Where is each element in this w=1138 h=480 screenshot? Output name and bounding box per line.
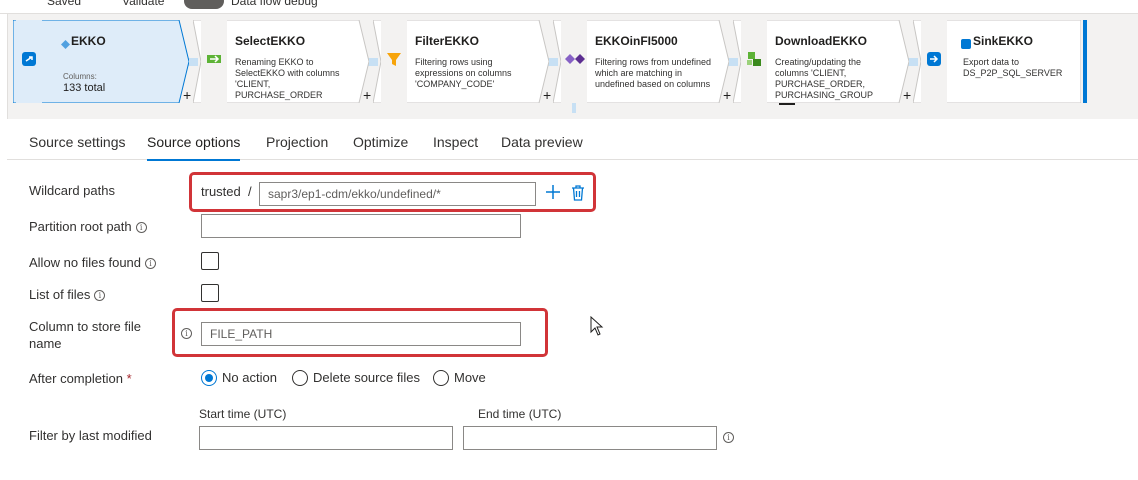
source-node-ekko[interactable]: EKKO Columns: 133 total + — [13, 20, 191, 103]
node-title: EKKO — [71, 34, 106, 48]
partition-root-input[interactable] — [201, 214, 521, 238]
info-icon[interactable]: i — [723, 432, 734, 443]
exists-icon — [565, 50, 585, 68]
node-selectekko[interactable]: SelectEKKO Renaming EKKO to SelectEKKO w… — [193, 20, 371, 103]
delete-icon[interactable] — [571, 185, 585, 206]
column-store-input[interactable]: FILE_PATH — [201, 322, 521, 346]
tab-projection[interactable]: Projection — [266, 134, 328, 160]
icon-slot — [201, 20, 227, 103]
end-time-input[interactable] — [463, 426, 717, 450]
node-title: EKKOinFI5000 — [595, 34, 678, 48]
tab-source-options[interactable]: Source options — [147, 134, 241, 161]
radio-selected-icon — [201, 370, 217, 386]
text-cursor-indicator — [779, 103, 795, 105]
column-store-label: Column to store file name — [29, 319, 141, 351]
node-ekkoinfi5000[interactable]: EKKOinFI5000 Filtering rows from undefin… — [553, 20, 731, 103]
filter-last-modified-label: Filter by last modified — [29, 428, 152, 443]
radio-label: Move — [454, 370, 486, 385]
tab-inspect[interactable]: Inspect — [433, 134, 478, 160]
diamond-icon — [61, 36, 70, 54]
node-description: Renaming EKKO to SelectEKKO with columns… — [235, 57, 340, 100]
add-transform-button[interactable]: + — [183, 87, 191, 103]
list-of-files-label: List of files i — [29, 286, 106, 303]
end-time-label: End time (UTC) — [478, 407, 562, 421]
node-title: SelectEKKO — [235, 34, 306, 48]
node-description: Creating/updating the columns 'CLIENT, P… — [775, 57, 874, 100]
pipeline-canvas: EKKO Columns: 133 total + SelectEKKO Ren… — [7, 14, 1138, 119]
add-transform-button[interactable]: + — [543, 87, 551, 103]
node-filterekko[interactable]: FilterEKKO Filtering rows using expressi… — [373, 20, 551, 103]
partition-root-text: Partition root path — [29, 219, 132, 234]
node-title: SinkEKKO — [973, 34, 1034, 48]
allow-no-files-checkbox[interactable] — [201, 252, 219, 270]
columns-label: Columns: — [63, 72, 97, 81]
node-description: Export data to DS_P2P_SQL_SERVER — [963, 57, 1063, 78]
list-of-files-text: List of files — [29, 287, 91, 302]
add-icon[interactable] — [545, 184, 561, 205]
allow-no-files-text: Allow no files found — [29, 255, 142, 270]
icon-slot — [381, 20, 407, 103]
add-transform-button[interactable]: + — [363, 87, 371, 103]
radio-label: Delete source files — [313, 370, 420, 385]
add-transform-button[interactable]: + — [723, 87, 731, 103]
node-title: DownloadEKKO — [775, 34, 867, 48]
radio-icon — [433, 370, 449, 386]
icon-slot — [741, 20, 767, 103]
start-time-input[interactable] — [199, 426, 453, 450]
wildcard-paths-label: Wildcard paths — [29, 183, 115, 198]
mouse-pointer-icon — [590, 315, 604, 341]
node-downloadekko[interactable]: DownloadEKKO Creating/updating the colum… — [733, 20, 911, 103]
columns-total: 133 total — [63, 82, 106, 94]
info-icon[interactable]: i — [94, 290, 106, 301]
filter-icon — [385, 50, 403, 68]
list-of-files-checkbox[interactable] — [201, 284, 219, 302]
canvas-right-edge — [1083, 20, 1087, 103]
top-toolbar: Saved Validate Data flow debug — [0, 0, 1138, 14]
debug-label: Data flow debug — [231, 0, 318, 8]
icon-slot — [921, 20, 947, 103]
validate-button[interactable]: Validate — [122, 0, 164, 8]
node-description: Filtering rows from undefined which are … — [595, 57, 712, 89]
tab-source-settings[interactable]: Source settings — [29, 134, 126, 160]
node-sinkekko[interactable]: SinkEKKO Export data to DS_P2P_SQL_SERVE… — [913, 20, 1081, 103]
node-title: FilterEKKO — [415, 34, 480, 48]
after-completion-label: After completion * — [29, 370, 132, 387]
source-icon — [20, 50, 38, 68]
add-transform-button[interactable]: + — [903, 87, 911, 103]
wildcard-path-input[interactable]: sapr3/ep1-cdm/ekko/undefined/* — [259, 182, 536, 206]
icon-slot — [561, 20, 587, 103]
dataflow-editor: Saved Validate Data flow debug EKKO Colu… — [0, 0, 1138, 480]
settings-tabs: Source settings Source options Projectio… — [7, 128, 1138, 161]
source-icon-slot — [16, 20, 42, 103]
info-icon[interactable]: i — [145, 258, 157, 269]
node-description: Filtering rows using expressions on colu… — [415, 57, 512, 89]
derived-column-icon — [745, 50, 763, 68]
debug-toggle[interactable] — [184, 0, 224, 9]
sink-icon — [925, 50, 943, 68]
dataset-icon — [961, 36, 971, 54]
connector — [572, 103, 576, 113]
start-time-label: Start time (UTC) — [199, 407, 287, 421]
select-icon — [205, 50, 223, 68]
radio-icon — [292, 370, 308, 386]
info-icon[interactable]: i — [181, 328, 192, 339]
allow-no-files-label: Allow no files found i — [29, 254, 157, 271]
tab-optimize[interactable]: Optimize — [353, 134, 408, 160]
path-separator: / — [248, 184, 252, 199]
required-mark: * — [126, 371, 132, 386]
radio-label: No action — [222, 370, 277, 385]
info-icon[interactable]: i — [135, 222, 147, 233]
after-completion-text: After completion — [29, 371, 123, 386]
wildcard-prefix: trusted — [201, 184, 241, 199]
partition-root-label: Partition root path i — [29, 218, 147, 235]
tab-data-preview[interactable]: Data preview — [501, 134, 583, 160]
saved-status: Saved — [47, 0, 82, 8]
